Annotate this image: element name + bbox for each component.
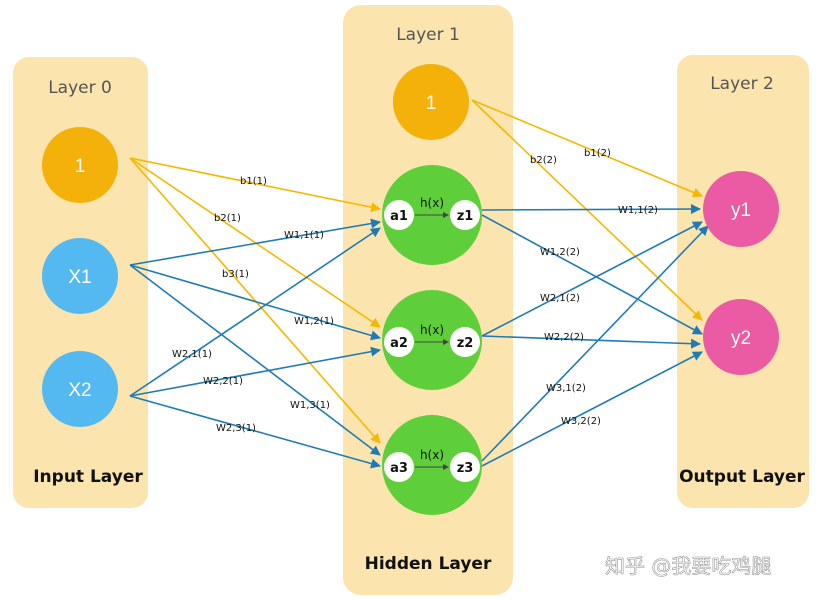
label-w22-2: W2,2(2) <box>544 332 584 343</box>
label-w31-2: W3,1(2) <box>546 383 586 394</box>
hidden-bias-label: 1 <box>426 93 437 114</box>
hidden-node-3: h(x) a3 z3 <box>382 415 482 515</box>
input-layer-label: Input Layer <box>33 467 143 487</box>
x1-label: X1 <box>68 267 91 288</box>
hidden-node-2: h(x) a2 z2 <box>382 290 482 390</box>
edge-w32-2 <box>481 351 703 467</box>
input-bias-label: 1 <box>75 156 86 177</box>
activation-fn-1: h(x) <box>420 196 444 210</box>
label-b1-2: b1(2) <box>584 148 611 159</box>
input-bias-node: 1 <box>42 127 118 203</box>
hidden-node-1: h(x) a1 z1 <box>382 165 482 265</box>
label-w21-1: W2,1(1) <box>172 349 212 360</box>
x2-label: X2 <box>68 380 91 401</box>
z1-label: z1 <box>457 209 474 224</box>
label-w12-2: W1,2(2) <box>540 247 580 258</box>
label-w11-1: W1,1(1) <box>284 230 324 241</box>
edges-layer-1 <box>129 157 381 469</box>
edge-w21-2 <box>481 221 703 337</box>
label-b3-1: b3(1) <box>222 269 249 280</box>
neural-network-diagram: Layer 0 Layer 1 Layer 2 Input Layer Hidd… <box>13 5 809 595</box>
edge-w11-2 <box>481 204 701 215</box>
y1-label: y1 <box>731 200 751 221</box>
label-w22-1: W2,2(1) <box>203 376 243 387</box>
layer-2-panel <box>677 55 809 508</box>
input-node-x1: X1 <box>42 238 118 314</box>
hidden-layer-label: Hidden Layer <box>365 554 492 574</box>
output-layer-label: Output Layer <box>679 467 805 487</box>
activation-fn-2: h(x) <box>420 323 444 337</box>
label-w32-2: W3,2(2) <box>561 416 601 427</box>
layer-1-title: Layer 1 <box>396 25 460 45</box>
label-b2-2: b2(2) <box>530 155 557 166</box>
y2-label: y2 <box>731 328 751 349</box>
input-node-x2: X2 <box>42 351 118 427</box>
a3-label: a3 <box>390 461 408 476</box>
edge-w12-2 <box>481 214 703 335</box>
label-w11-2: W1,1(2) <box>618 205 658 216</box>
z2-label: z2 <box>457 336 474 351</box>
edge-w21-1 <box>129 227 381 397</box>
edge-w22-2 <box>481 335 701 349</box>
hidden-bias-node: 1 <box>393 64 469 140</box>
layer-0-title: Layer 0 <box>48 78 112 98</box>
output-node-y1: y1 <box>703 171 779 247</box>
a1-label: a1 <box>390 209 408 224</box>
label-b1-1: b1(1) <box>240 176 267 187</box>
label-w21-2: W2,1(2) <box>540 293 580 304</box>
watermark: 知乎 @我要吃鸡腿 <box>605 554 771 578</box>
activation-fn-3: h(x) <box>420 448 444 462</box>
layer-2-title: Layer 2 <box>710 74 774 94</box>
z3-label: z3 <box>457 461 474 476</box>
a2-label: a2 <box>390 336 408 351</box>
edge-w11-1 <box>129 218 381 266</box>
label-b2-1: b2(1) <box>214 213 241 224</box>
label-w23-1: W2,3(1) <box>216 423 256 434</box>
label-w12-1: W1,2(1) <box>294 316 334 327</box>
edge-w22-1 <box>129 346 381 397</box>
label-w13-1: W1,3(1) <box>290 400 330 411</box>
output-node-y2: y2 <box>703 299 779 375</box>
